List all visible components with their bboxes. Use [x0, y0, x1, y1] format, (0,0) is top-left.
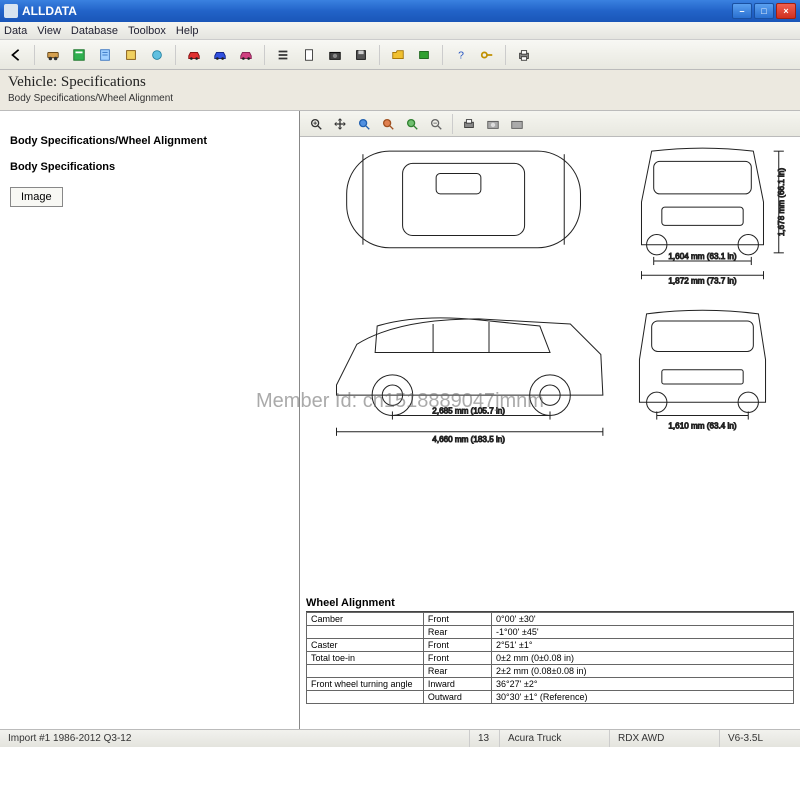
- list-icon[interactable]: [273, 45, 293, 65]
- dim-rear-track: 1,610 mm (63.4 in): [668, 422, 736, 431]
- dim-wheelbase: 2,685 mm (105.7 in): [432, 406, 505, 415]
- table-row: Front wheel turning angleInward36°27' ±2…: [307, 678, 794, 691]
- dim-overall-length: 4,660 mm (183.5 in): [432, 435, 505, 444]
- page-header: Vehicle: Specifications Body Specificati…: [0, 70, 800, 111]
- sheet-icon[interactable]: [95, 45, 115, 65]
- image-toolbar: [300, 111, 800, 137]
- key-icon[interactable]: [477, 45, 497, 65]
- titlebar: ALLDATA – □ ×: [0, 0, 800, 22]
- status-c1: 13: [470, 730, 500, 747]
- save-image-icon[interactable]: [507, 114, 527, 134]
- dim-overall-width: 1,604 mm (63.1 in): [668, 252, 736, 261]
- box-green-icon[interactable]: [414, 45, 434, 65]
- spec-section: Wheel Alignment CamberFront0°00' ±30'Rea…: [306, 595, 794, 704]
- table-row: CasterFront2°51' ±1°: [307, 639, 794, 652]
- zoom-in-icon[interactable]: [306, 114, 326, 134]
- menu-toolbox[interactable]: Toolbox: [128, 25, 166, 37]
- table-row: Rear-1°00' ±45': [307, 626, 794, 639]
- car-alt-icon[interactable]: [236, 45, 256, 65]
- status-c4: V6-3.5L: [720, 730, 800, 747]
- menu-data[interactable]: Data: [4, 25, 27, 37]
- spec-title: Wheel Alignment: [306, 595, 794, 612]
- dim-track-width: 1,872 mm (73.7 in): [668, 276, 736, 285]
- main-toolbar: ?: [0, 40, 800, 70]
- image-button[interactable]: Image: [10, 187, 63, 207]
- left-heading-1: Body Specifications/Wheel Alignment: [10, 135, 289, 147]
- status-c3: RDX AWD: [610, 730, 720, 747]
- menu-view[interactable]: View: [37, 25, 61, 37]
- content-area: Body Specifications/Wheel Alignment Body…: [0, 111, 800, 729]
- spec-table: CamberFront0°00' ±30'Rear-1°00' ±45'Cast…: [306, 612, 794, 704]
- window-title: ALLDATA: [22, 4, 732, 18]
- car-blue-icon[interactable]: [210, 45, 230, 65]
- print-icon[interactable]: [514, 45, 534, 65]
- left-pane: Body Specifications/Wheel Alignment Body…: [0, 111, 300, 729]
- car-red-icon[interactable]: [184, 45, 204, 65]
- page-icon[interactable]: [299, 45, 319, 65]
- right-pane: 1,678 mm (66.1 in) 1,604 mm (63.1 in) 1,…: [300, 111, 800, 729]
- vehicle-diagram: 1,678 mm (66.1 in) 1,604 mm (63.1 in) 1,…: [306, 141, 794, 588]
- folder-icon[interactable]: [388, 45, 408, 65]
- zoom-region-icon[interactable]: [354, 114, 374, 134]
- back-button[interactable]: [6, 45, 26, 65]
- camera-icon[interactable]: [325, 45, 345, 65]
- help-icon[interactable]: ?: [451, 45, 471, 65]
- menubar: Data View Database Toolbox Help: [0, 22, 800, 40]
- menu-help[interactable]: Help: [176, 25, 199, 37]
- parts-icon[interactable]: [121, 45, 141, 65]
- snapshot-icon[interactable]: [483, 114, 503, 134]
- pan-icon[interactable]: [330, 114, 350, 134]
- close-button[interactable]: ×: [776, 3, 796, 19]
- zoom-actual-icon[interactable]: [402, 114, 422, 134]
- disk-icon[interactable]: [351, 45, 371, 65]
- status-left: Import #1 1986-2012 Q3-12: [0, 730, 470, 747]
- table-row: CamberFront0°00' ±30': [307, 613, 794, 626]
- menu-database[interactable]: Database: [71, 25, 118, 37]
- svg-text:?: ?: [458, 49, 464, 61]
- zoom-out-icon[interactable]: [426, 114, 446, 134]
- table-row: Outward30°30' ±1° (Reference): [307, 691, 794, 704]
- status-c2: Acura Truck: [500, 730, 610, 747]
- vehicle-icon[interactable]: [43, 45, 63, 65]
- tool-icon[interactable]: [147, 45, 167, 65]
- left-heading-2: Body Specifications: [10, 161, 289, 173]
- table-row: Total toe-inFront0±2 mm (0±0.08 in): [307, 652, 794, 665]
- breadcrumb: Body Specifications/Wheel Alignment: [8, 93, 792, 104]
- minimize-button[interactable]: –: [732, 3, 752, 19]
- book-icon[interactable]: [69, 45, 89, 65]
- page-title: Vehicle: Specifications: [8, 74, 792, 91]
- statusbar: Import #1 1986-2012 Q3-12 13 Acura Truck…: [0, 729, 800, 747]
- table-row: Rear2±2 mm (0.08±0.08 in): [307, 665, 794, 678]
- dim-height: 1,678 mm (66.1 in): [777, 168, 786, 236]
- maximize-button[interactable]: □: [754, 3, 774, 19]
- diagram-area[interactable]: 1,678 mm (66.1 in) 1,604 mm (63.1 in) 1,…: [300, 137, 800, 729]
- zoom-fit-icon[interactable]: [378, 114, 398, 134]
- app-icon: [4, 4, 18, 18]
- print-diagram-icon[interactable]: [459, 114, 479, 134]
